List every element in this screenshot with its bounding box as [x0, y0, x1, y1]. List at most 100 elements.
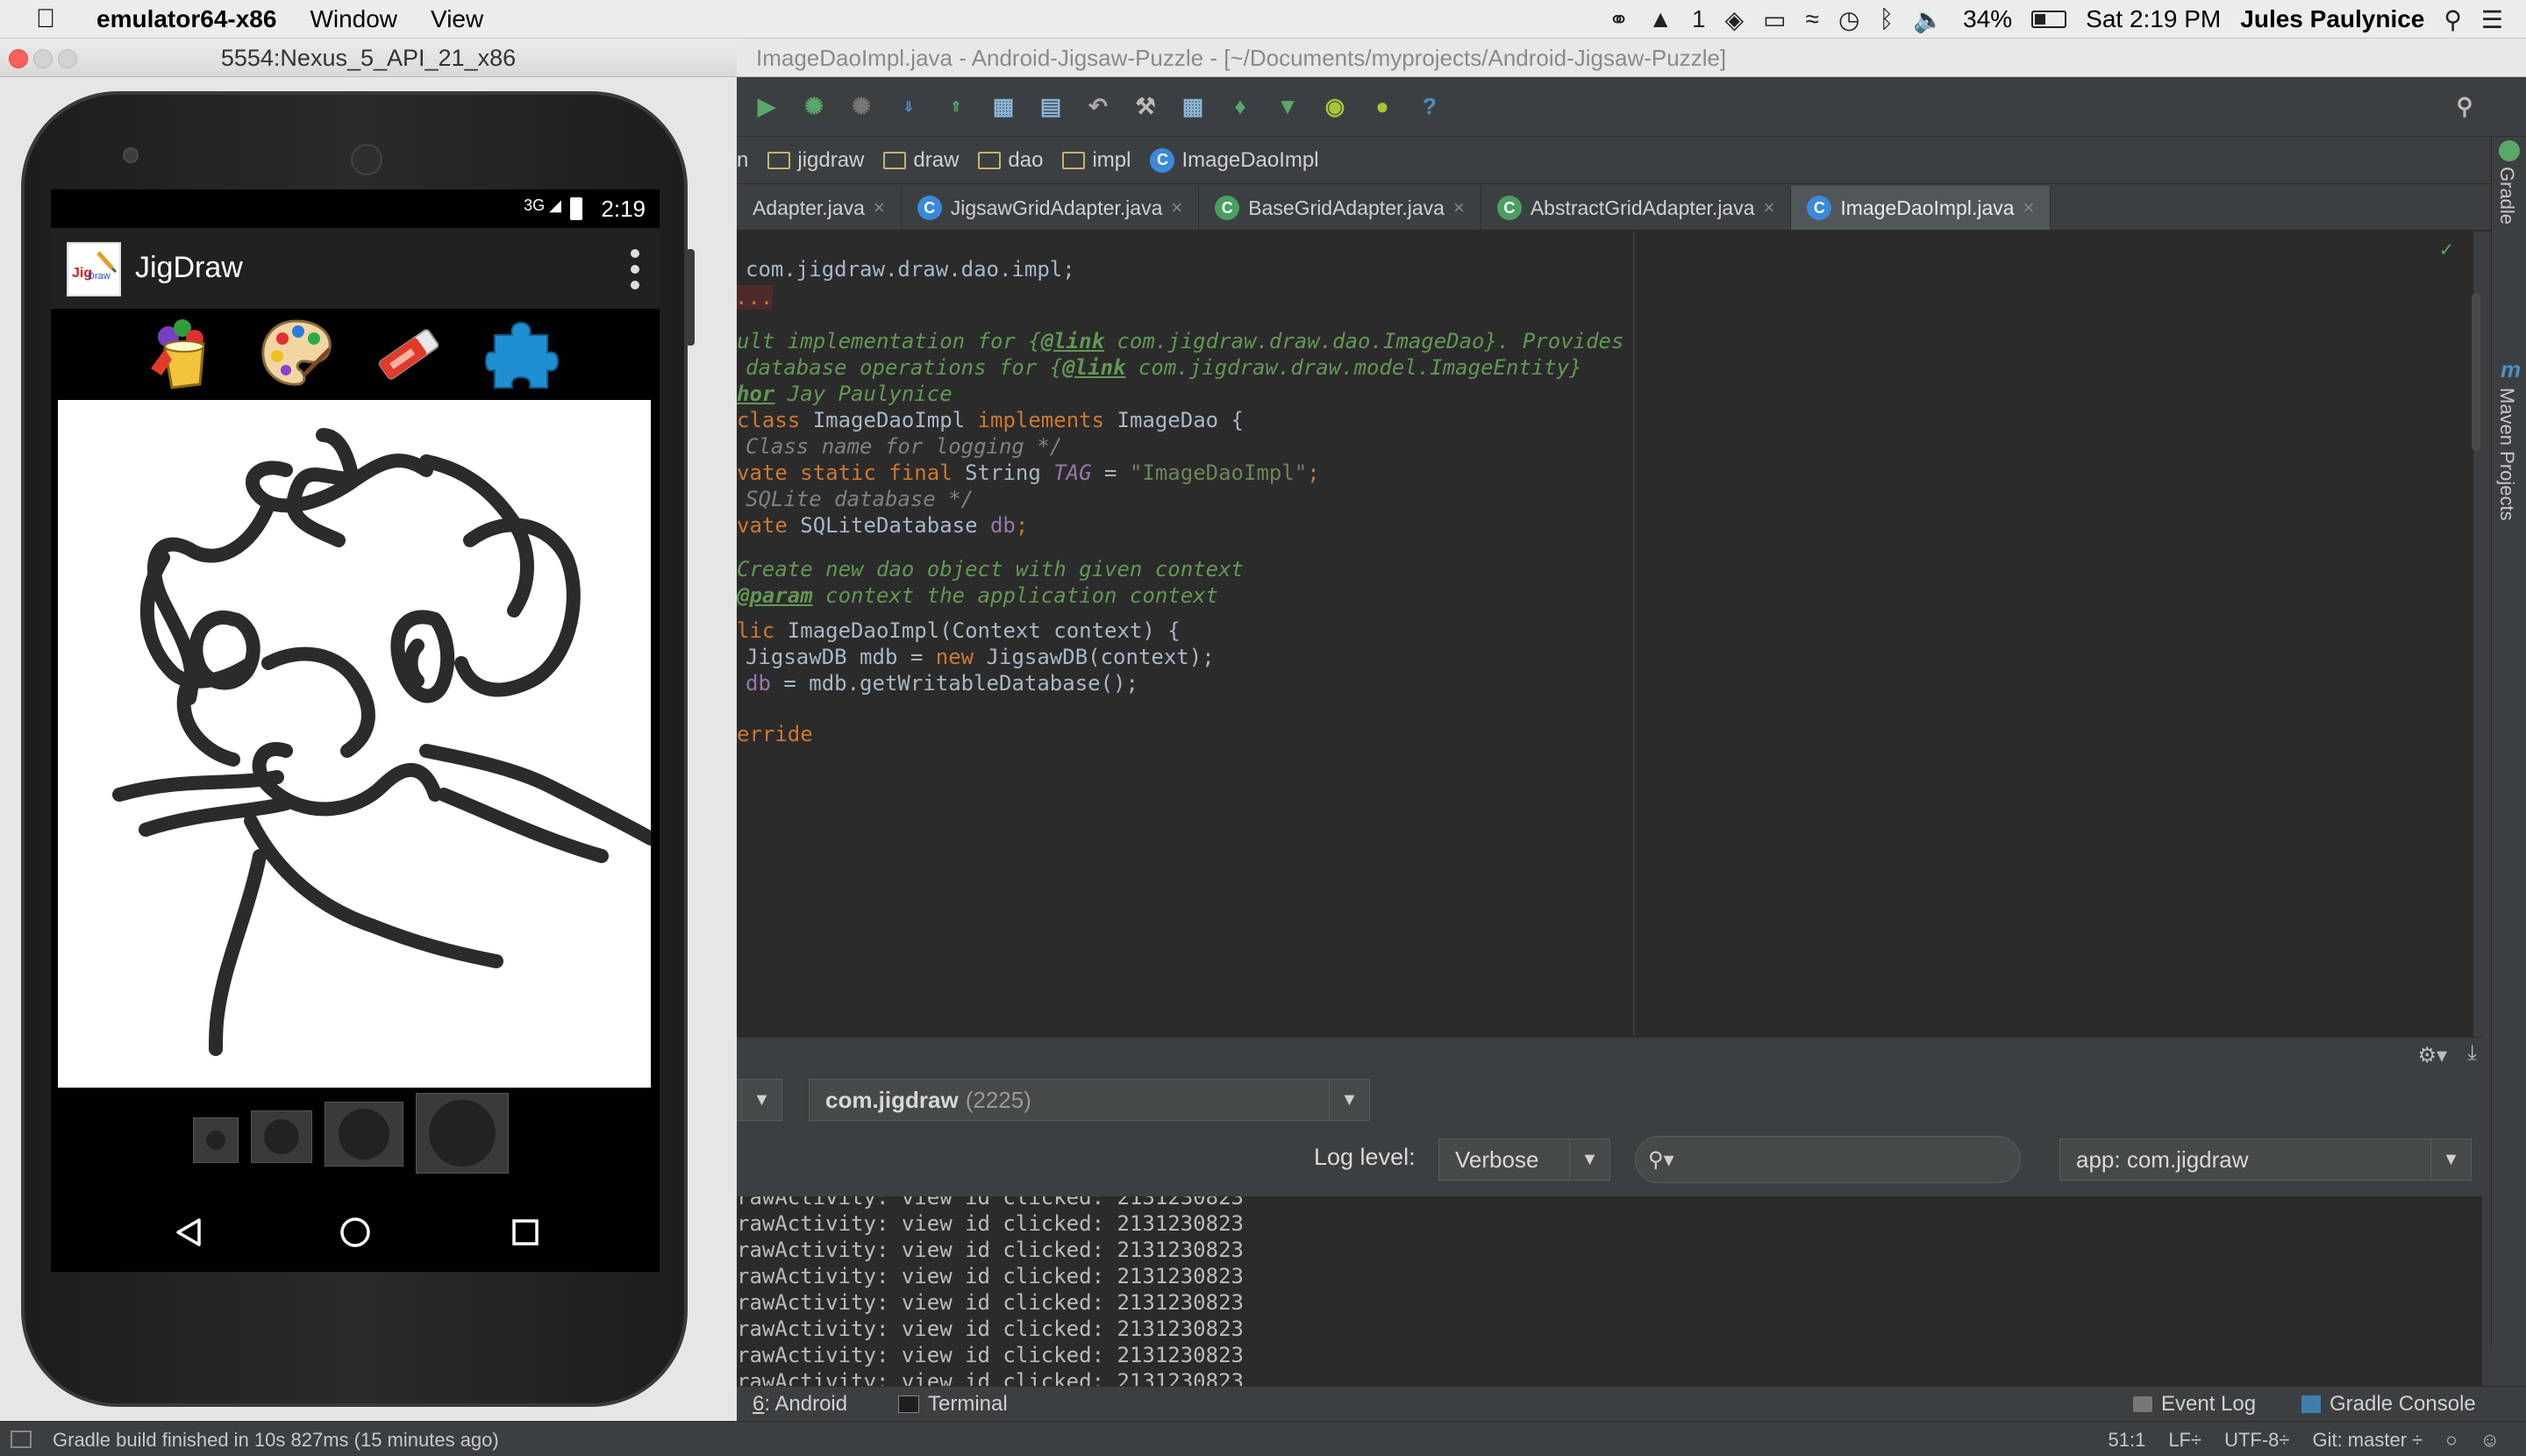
- vcs-history-icon[interactable]: ▦: [986, 89, 1021, 125]
- code-token: new: [935, 645, 974, 669]
- revert-icon[interactable]: ↶: [1081, 89, 1116, 125]
- hide-panel-icon[interactable]: ⤓: [2467, 1041, 2477, 1066]
- recents-icon[interactable]: [503, 1210, 547, 1254]
- menu-app-name[interactable]: emulator64-x86: [96, 5, 276, 33]
- debug-icon[interactable]: ✺: [796, 89, 831, 125]
- tab-android[interactable]: 6: Android: [753, 1392, 847, 1417]
- crumb-root[interactable]: n: [737, 148, 748, 173]
- logcat-filter-select[interactable]: app: com.jigdraw ▼: [2059, 1138, 2472, 1181]
- device-select[interactable]: ▼: [733, 1079, 782, 1121]
- minimize-window-icon[interactable]: [33, 49, 53, 68]
- tab-adapter[interactable]: Adapter.java ×: [737, 186, 902, 230]
- home-icon[interactable]: [333, 1210, 377, 1254]
- tab-abstract-grid-adapter[interactable]: C AbstractGridAdapter.java ×: [1481, 186, 1792, 230]
- zoom-window-icon[interactable]: [58, 49, 77, 68]
- brush-extra-large-button[interactable]: [416, 1093, 509, 1174]
- notification-center-icon[interactable]: ☰: [2481, 5, 2503, 34]
- android-device-monitor-icon[interactable]: ◉: [1317, 89, 1352, 125]
- run-icon[interactable]: ▶: [749, 89, 784, 125]
- spotlight-search-icon[interactable]: ⚲: [2444, 5, 2462, 34]
- folded-region[interactable]: ...: [737, 285, 774, 310]
- file-encoding[interactable]: UTF-8÷: [2224, 1429, 2289, 1452]
- tab-base-grid-adapter[interactable]: C BaseGridAdapter.java ×: [1199, 186, 1481, 230]
- close-window-icon[interactable]: [9, 49, 28, 68]
- logcat-search-input[interactable]: ⚲▾: [1635, 1136, 2021, 1183]
- power-button[interactable]: [686, 249, 695, 346]
- close-icon[interactable]: ×: [1453, 196, 1465, 219]
- status-message[interactable]: Gradle build finished in 10s 827ms (15 m…: [53, 1429, 499, 1452]
- apple-menu-icon[interactable]: : [19, 4, 72, 34]
- gradle-tool-window[interactable]: Gradle: [2495, 167, 2518, 225]
- paint-bucket-icon[interactable]: [142, 314, 223, 395]
- settings-icon[interactable]: ⚒: [1128, 89, 1163, 125]
- drawing-canvas[interactable]: [58, 400, 658, 1088]
- creative-cloud-icon[interactable]: ⚭: [1609, 5, 1629, 34]
- crumb-draw[interactable]: draw: [883, 148, 959, 173]
- tab-label: JigsawGridAdapter.java: [950, 196, 1163, 219]
- bluetooth-icon[interactable]: ᛒ: [1879, 5, 1894, 33]
- brush-large-button[interactable]: [325, 1102, 403, 1167]
- brush-small-button[interactable]: [193, 1117, 239, 1163]
- maven-tool-window[interactable]: Maven Projects: [2495, 388, 2518, 521]
- device-screen[interactable]: 3G ◢ 2:19 Jig Draw JigDraw: [51, 189, 660, 1272]
- code-editor[interactable]: com.jigdraw.draw.dao.impl; ... ult imple…: [737, 232, 2473, 1037]
- line-separator[interactable]: LF÷: [2168, 1429, 2201, 1452]
- git-branch[interactable]: Git: master ÷: [2312, 1429, 2423, 1452]
- process-select[interactable]: com.jigdraw (2225) ▼: [809, 1079, 1370, 1121]
- code-token: com.jigdraw.draw.dao.ImageDao}. Provides: [1104, 329, 1624, 353]
- lock-icon[interactable]: ○: [2445, 1429, 2457, 1452]
- close-icon[interactable]: ×: [874, 196, 885, 219]
- log-line: rawActivity: view id clicked: 2131230823: [737, 1196, 1244, 1210]
- inspection-ok-icon[interactable]: ✓: [2440, 237, 2452, 261]
- vcs-update-icon[interactable]: ⇓: [891, 89, 926, 125]
- android-icon[interactable]: ●: [1365, 89, 1400, 125]
- log-level-select[interactable]: Verbose ▼: [1438, 1138, 1610, 1181]
- tab-event-log[interactable]: Event Log: [2133, 1392, 2256, 1417]
- log-line: rawActivity: view id clicked: 2131230823: [737, 1343, 1244, 1367]
- help-icon[interactable]: ?: [1412, 89, 1447, 125]
- editor-scrollbar[interactable]: [2472, 293, 2480, 451]
- eraser-icon[interactable]: [368, 314, 449, 395]
- palette-icon[interactable]: [256, 314, 337, 395]
- wifi-icon[interactable]: ≈: [1806, 5, 1819, 33]
- project-structure-icon[interactable]: ▦: [1175, 89, 1210, 125]
- search-everywhere-icon[interactable]: ⚲: [2447, 89, 2482, 125]
- menu-view[interactable]: View: [431, 5, 483, 33]
- hector-icon[interactable]: ☺: [2480, 1429, 2500, 1452]
- tab-terminal[interactable]: Terminal: [898, 1392, 1008, 1417]
- menu-window[interactable]: Window: [310, 5, 397, 33]
- gear-icon[interactable]: ⚙▾: [2417, 1043, 2447, 1068]
- vcs-compare-icon[interactable]: ▤: [1033, 89, 1068, 125]
- close-icon[interactable]: ×: [1764, 196, 1775, 219]
- volume-icon[interactable]: 🔈: [1913, 5, 1944, 34]
- attach-debugger-icon[interactable]: ✺: [844, 89, 879, 125]
- tab-jigsaw-grid-adapter[interactable]: C JigsawGridAdapter.java ×: [902, 186, 1200, 230]
- vcs-commit-icon[interactable]: ⇑: [938, 89, 974, 125]
- back-icon[interactable]: [167, 1210, 210, 1254]
- adobe-icon[interactable]: ▲: [1648, 5, 1673, 33]
- input-indicator[interactable]: 1: [1692, 5, 1706, 33]
- menu-clock[interactable]: Sat 2:19 PM: [2086, 5, 2221, 33]
- battery-percent[interactable]: 34%: [1963, 5, 2012, 33]
- puzzle-piece-icon[interactable]: [482, 314, 563, 395]
- brush-medium-button[interactable]: [251, 1110, 312, 1163]
- tool-windows-icon[interactable]: [11, 1431, 32, 1448]
- avd-manager-icon[interactable]: ♦: [1223, 89, 1258, 125]
- crumb-jigdraw[interactable]: jigdraw: [767, 148, 864, 173]
- close-icon[interactable]: ×: [1171, 196, 1182, 219]
- menu-user[interactable]: Jules Paulynice: [2240, 5, 2424, 33]
- battery-icon[interactable]: [2031, 11, 2067, 28]
- tab-image-dao-impl[interactable]: C ImageDaoImpl.java ×: [1791, 186, 2051, 230]
- crumb-dao[interactable]: dao: [978, 148, 1043, 173]
- crumb-jigdraw-label: jigdraw: [797, 147, 865, 172]
- airplay-icon[interactable]: ▭: [1763, 5, 1786, 34]
- cursor-position[interactable]: 51:1: [2108, 1429, 2145, 1452]
- overflow-menu-icon[interactable]: [630, 249, 640, 289]
- tab-gradle-console[interactable]: Gradle Console: [2301, 1392, 2476, 1417]
- time-machine-icon[interactable]: ◷: [1838, 5, 1859, 34]
- crumb-class[interactable]: C ImageDaoImpl: [1150, 147, 1319, 173]
- close-icon[interactable]: ×: [2023, 196, 2035, 219]
- evernote-icon[interactable]: ◈: [1725, 5, 1745, 34]
- crumb-impl[interactable]: impl: [1062, 148, 1131, 173]
- sdk-manager-icon[interactable]: ▼: [1270, 89, 1305, 125]
